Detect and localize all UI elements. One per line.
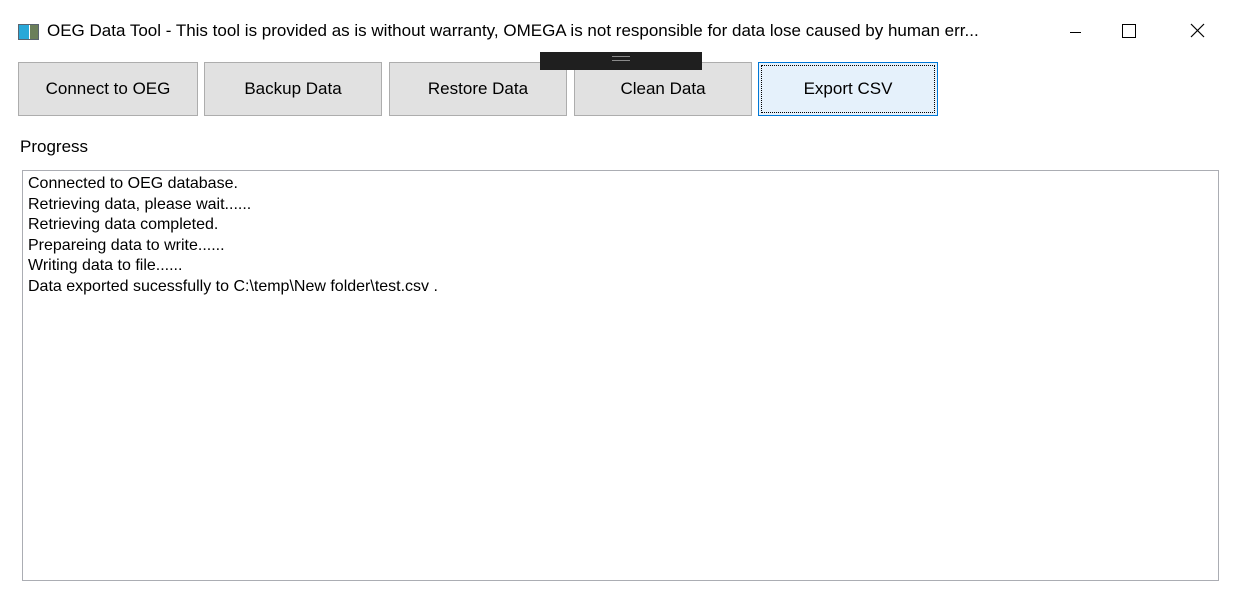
maximize-icon bbox=[1122, 24, 1136, 38]
minimize-icon bbox=[1070, 32, 1081, 33]
export-csv-button[interactable]: Export CSV bbox=[758, 62, 938, 116]
log-line: Retrieving data completed. bbox=[28, 216, 219, 233]
log-line: Writing data to file...... bbox=[28, 257, 183, 274]
app-icon bbox=[18, 24, 39, 40]
title-bar[interactable]: OEG Data Tool - This tool is provided as… bbox=[0, 0, 1233, 54]
minimize-button[interactable] bbox=[1046, 0, 1104, 54]
backup-data-button[interactable]: Backup Data bbox=[204, 62, 382, 116]
close-icon bbox=[1190, 23, 1205, 38]
log-line: Connected to OEG database. bbox=[28, 175, 238, 192]
restore-data-button[interactable]: Restore Data bbox=[389, 62, 567, 116]
app-window: OEG Data Tool - This tool is provided as… bbox=[0, 0, 1233, 589]
grip-icon bbox=[612, 56, 630, 61]
drag-handle[interactable] bbox=[540, 52, 702, 70]
close-button[interactable] bbox=[1162, 0, 1233, 54]
export-csv-label: Export CSV bbox=[803, 79, 893, 98]
window-title: OEG Data Tool - This tool is provided as… bbox=[47, 21, 979, 40]
log-line: Retrieving data, please wait...... bbox=[28, 195, 252, 213]
progress-log-textbox[interactable]: Connected to OEG database. Retrieving da… bbox=[22, 170, 1219, 581]
connect-to-oeg-button[interactable]: Connect to OEG bbox=[18, 62, 198, 116]
log-line: Data exported sucessfully to C:\temp\New… bbox=[28, 277, 438, 295]
maximize-button[interactable] bbox=[1104, 0, 1162, 54]
log-line: Prepareing data to write...... bbox=[28, 236, 225, 254]
progress-label: Progress bbox=[20, 137, 89, 156]
clean-data-button[interactable]: Clean Data bbox=[574, 62, 752, 116]
